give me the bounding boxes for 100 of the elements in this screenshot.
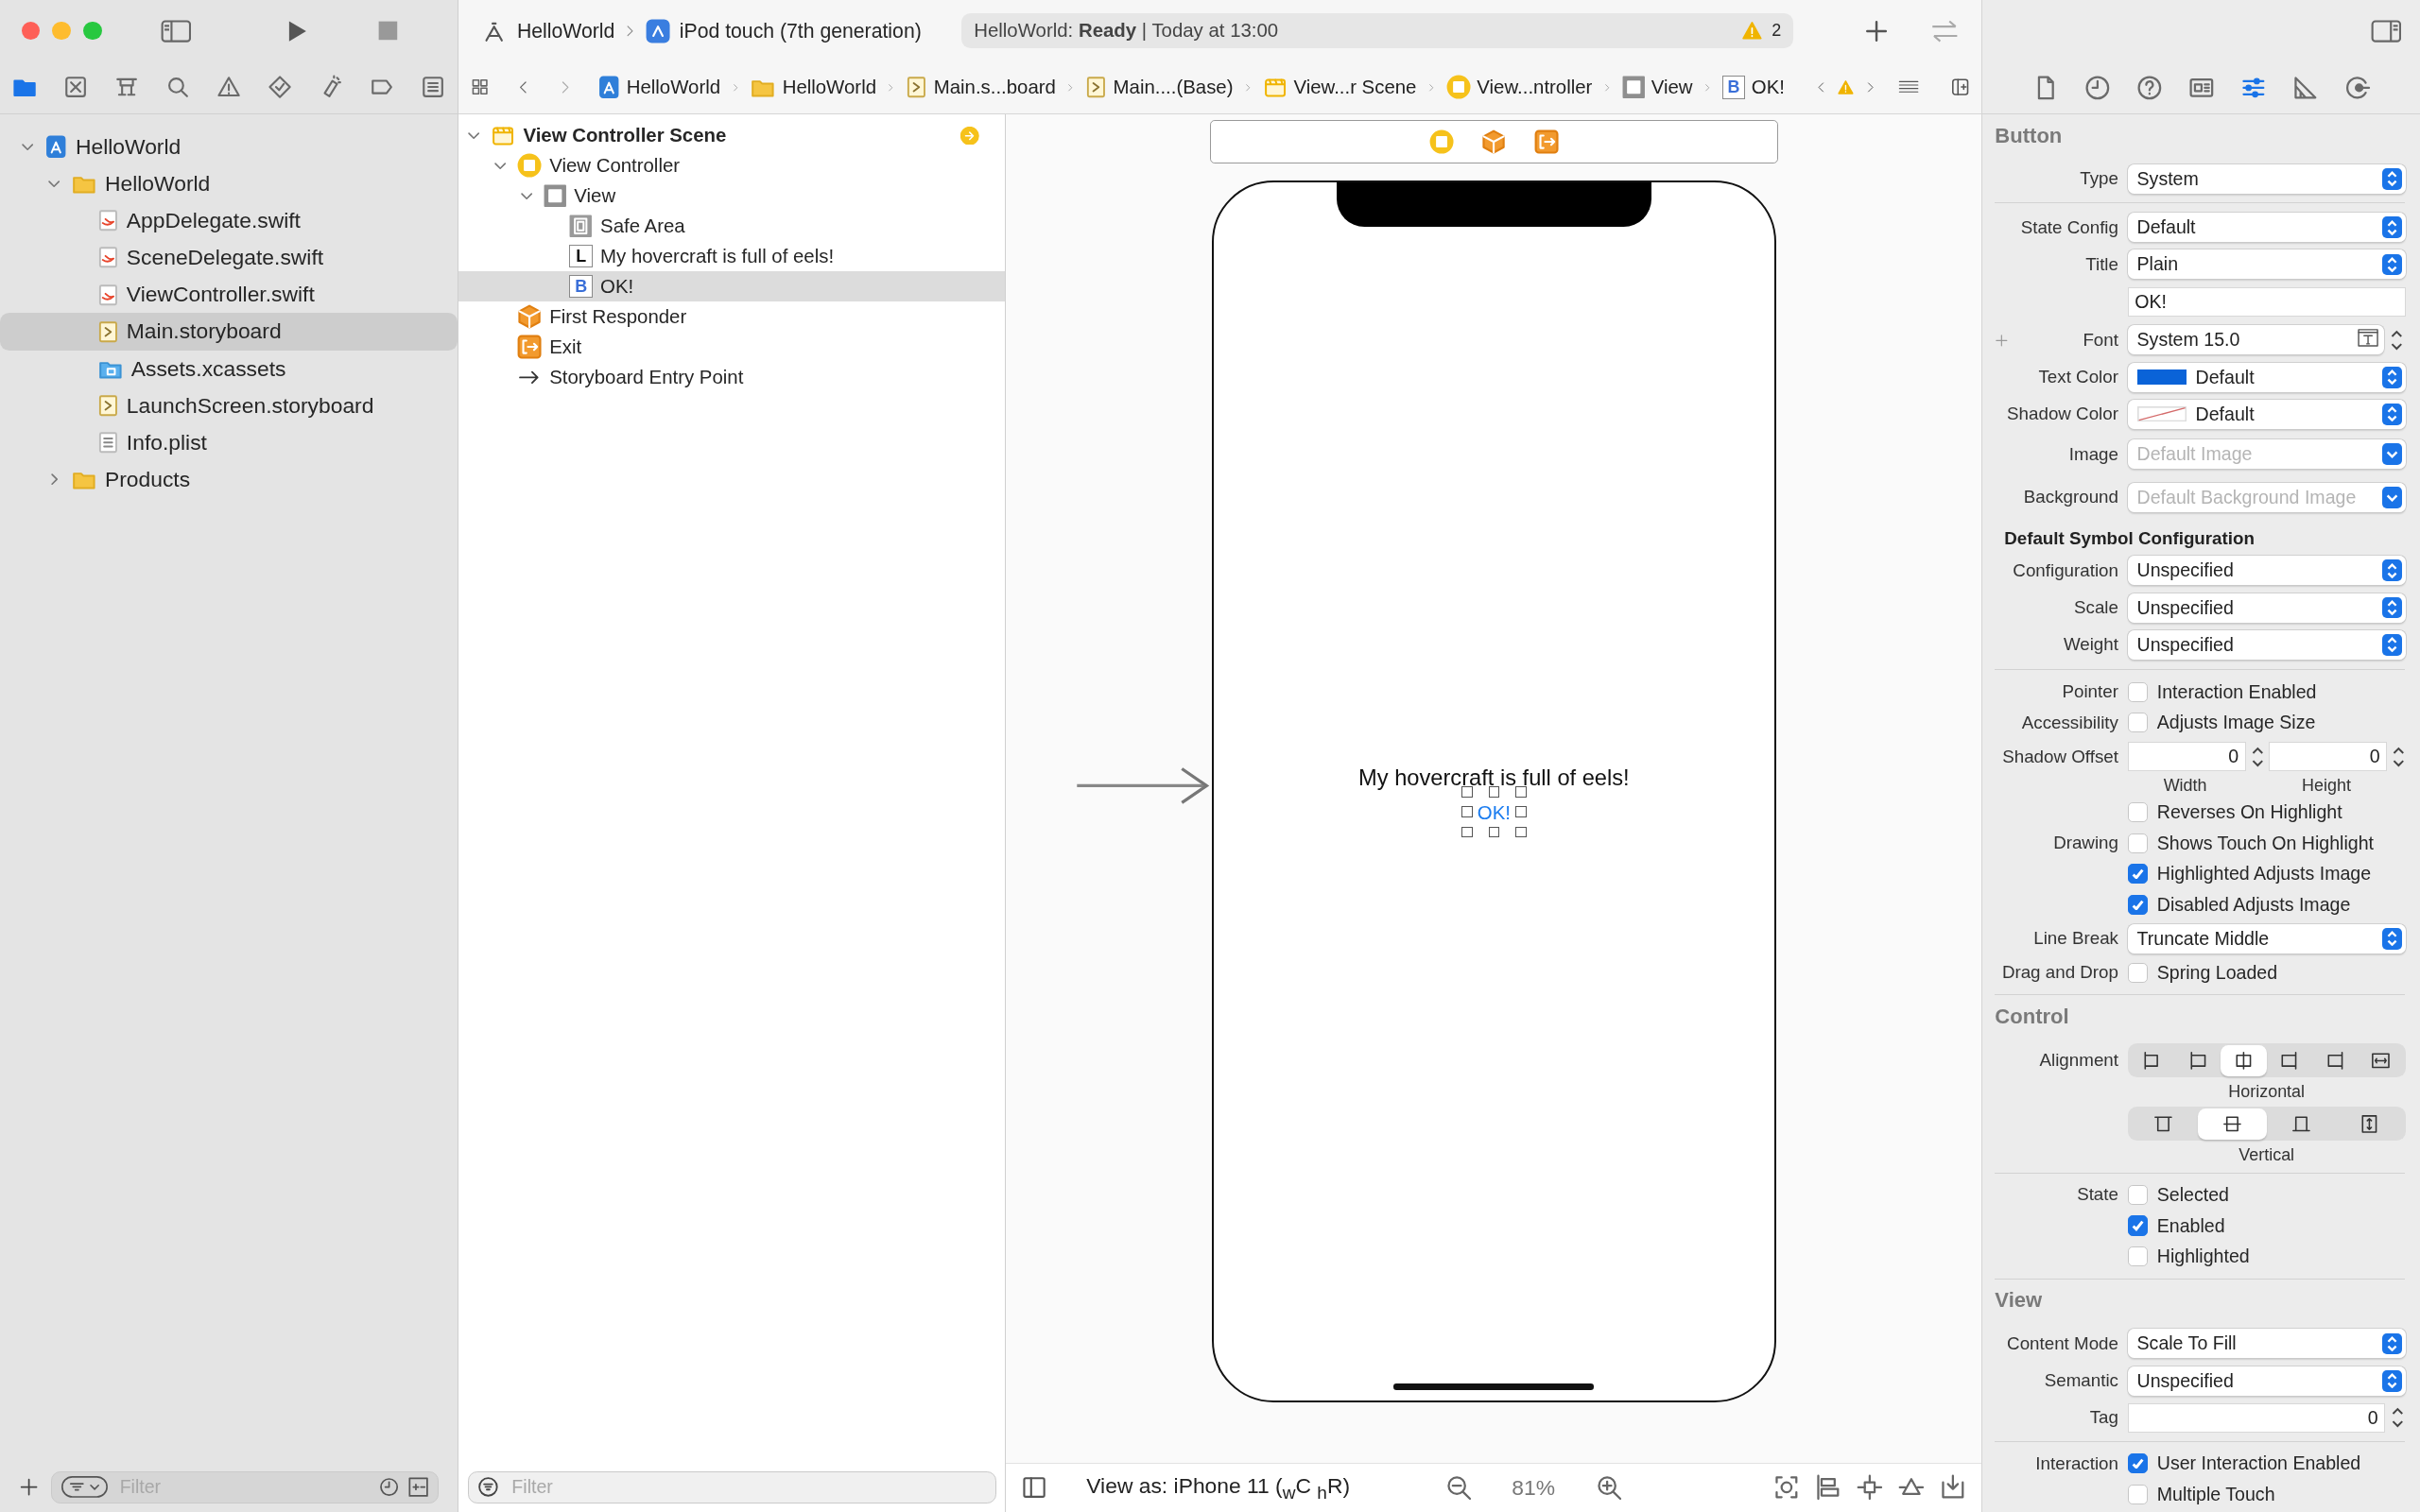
file-row[interactable]: SceneDelegate.swift [0,239,458,277]
checkbox[interactable]: Enabled [2127,1214,2406,1237]
resize-handle[interactable] [1488,826,1500,838]
checkbox[interactable]: Shows Touch On Highlight [2127,832,2406,854]
file-row[interactable]: Main.storyboard [0,313,458,351]
path-crumb[interactable]: HelloWorld [596,76,721,99]
file-row[interactable]: LaunchScreen.storyboard [0,387,458,424]
path-crumb[interactable]: Main....(Base) [1085,76,1234,99]
outline-row[interactable]: View Controller [458,150,1006,181]
popup-button[interactable]: Scale To Fill [2127,1329,2406,1359]
outline-row[interactable]: Storyboard Entry Point [458,362,1006,393]
ok-button[interactable]: OK! [1474,799,1514,825]
outline-row[interactable]: First Responder [458,301,1006,333]
filter-bar[interactable]: Filter [467,1470,996,1503]
align-icon[interactable] [1815,1474,1841,1502]
path-crumb[interactable]: Main.s...board [906,76,1056,99]
resize-handle[interactable] [1515,786,1527,798]
inspector-tab[interactable] [2083,74,2111,101]
color-popup[interactable]: Default [2127,362,2406,392]
path-crumb[interactable]: B OK! [1721,76,1785,99]
segmented-control[interactable] [2127,1043,2406,1078]
file-row[interactable]: AppDelegate.swift [0,201,458,239]
title-field[interactable]: OK! [2127,287,2406,318]
clear-swatch-icon [2136,406,2187,422]
outline-row[interactable]: View Controller Scene [458,120,1006,151]
popup-button[interactable]: Unspecified [2127,593,2406,623]
outline-row[interactable]: Exit [458,332,1006,363]
resize-handle[interactable] [1488,786,1500,798]
checkbox[interactable]: Disabled Adjusts Image [2127,893,2406,916]
popup-button[interactable]: Unspecified [2127,629,2406,660]
file-row[interactable]: ViewController.swift [0,276,458,314]
chevron-down-icon [2386,449,2399,459]
file-row[interactable]: HelloWorld [0,128,458,165]
resize-handle[interactable] [1515,806,1527,817]
checkbox[interactable]: Adjusts Image Size [2127,712,2406,734]
device-selector[interactable]: iPod touch (7th generation) [679,19,922,43]
resize-handle[interactable] [1515,826,1527,838]
segment[interactable] [2221,1044,2267,1076]
number-field[interactable]: 0 [2127,742,2246,772]
checkbox[interactable]: Spring Loaded [2127,961,2406,984]
resize-handle[interactable] [1461,786,1473,798]
checkbox[interactable]: Highlighted Adjusts Image [2127,863,2406,885]
outline-row[interactable]: View [458,180,1006,212]
checkbox[interactable]: Reverses On Highlight [2127,800,2406,823]
outline-row[interactable]: Safe Area [458,211,1006,242]
warning-count: 2 [1772,21,1782,42]
plus-icon[interactable] [18,1477,39,1498]
inspector-tab[interactable] [2291,74,2319,101]
sidebar-toggle-icon[interactable] [160,18,192,43]
segment[interactable] [2198,1108,2267,1140]
inspector-tab[interactable] [2135,74,2163,101]
add-icon[interactable] [1864,18,1890,43]
file-row[interactable]: Info.plist [0,423,458,462]
file-row[interactable]: HelloWorld [0,164,458,202]
filter-field[interactable]: Filter [509,1474,986,1500]
filter-menu-icon[interactable] [60,1476,108,1499]
number-field[interactable]: 0 [2269,742,2388,772]
navigator-tab[interactable] [420,75,445,100]
resize-handle[interactable] [1461,826,1473,838]
checkbox[interactable]: Highlighted [2127,1246,2406,1268]
outline-row[interactable]: L My hovercraft is full of eels! [458,241,1006,272]
popup-button[interactable]: Unspecified [2127,1366,2406,1396]
resize-handle[interactable] [1461,806,1473,817]
checkbox[interactable]: Selected [2127,1183,2406,1206]
path-crumb[interactable]: HelloWorld [750,76,876,99]
pin-icon[interactable] [1857,1474,1883,1502]
path-crumb[interactable]: View [1621,76,1693,99]
number-field[interactable]: 0 [2127,1402,2386,1433]
outline-row[interactable]: B OK! [458,271,1006,302]
sidebar-toggle-icon[interactable] [1021,1475,1046,1501]
popup-button[interactable]: Truncate Middle [2127,923,2406,954]
path-crumb[interactable]: View...ntroller [1445,75,1593,100]
checkbox[interactable]: User Interaction Enabled [2127,1452,2406,1475]
label-text: My hovercraft is full of eels! [1358,765,1630,792]
item-label: Info.plist [126,429,207,455]
color-popup[interactable]: Default [2127,399,2406,429]
item-label: Exit [549,335,582,358]
file-row[interactable]: Products [0,461,458,499]
zoom-in-icon[interactable] [1595,1474,1622,1502]
checkbox[interactable]: Interaction Enabled [2127,680,2406,703]
zoom-out-icon[interactable] [1445,1474,1472,1502]
navigator-tab[interactable] [63,75,89,100]
updown-icon [2386,406,2399,422]
popup-button[interactable]: Default [2127,213,2406,243]
popup-button[interactable]: Unspecified [2127,556,2406,586]
navigator-tab[interactable] [267,75,292,100]
view-as-button[interactable]: View as: iPhone 11 ($_{w}$C $_{h}$R) [1086,1472,1350,1503]
file-row[interactable]: Assets.xcassets [0,350,458,387]
segmented-control[interactable] [2127,1107,2406,1142]
popup-button[interactable]: Plain [2127,249,2406,280]
checkbox[interactable]: Multiple Touch [2127,1483,2406,1505]
storyboard-file-icon [906,76,928,99]
inspector-tab[interactable] [2343,74,2371,101]
font-field[interactable]: System 15.0 [2127,325,2384,355]
checkmark-icon [2131,1220,2144,1231]
popup-button[interactable]: System [2127,163,2406,194]
crumb-label: Main....(Base) [1113,77,1234,99]
inspector-toggle-icon[interactable] [2370,18,2402,43]
scheme-selector[interactable]: HelloWorld [516,19,615,43]
path-crumb[interactable]: View...r Scene [1262,76,1417,99]
